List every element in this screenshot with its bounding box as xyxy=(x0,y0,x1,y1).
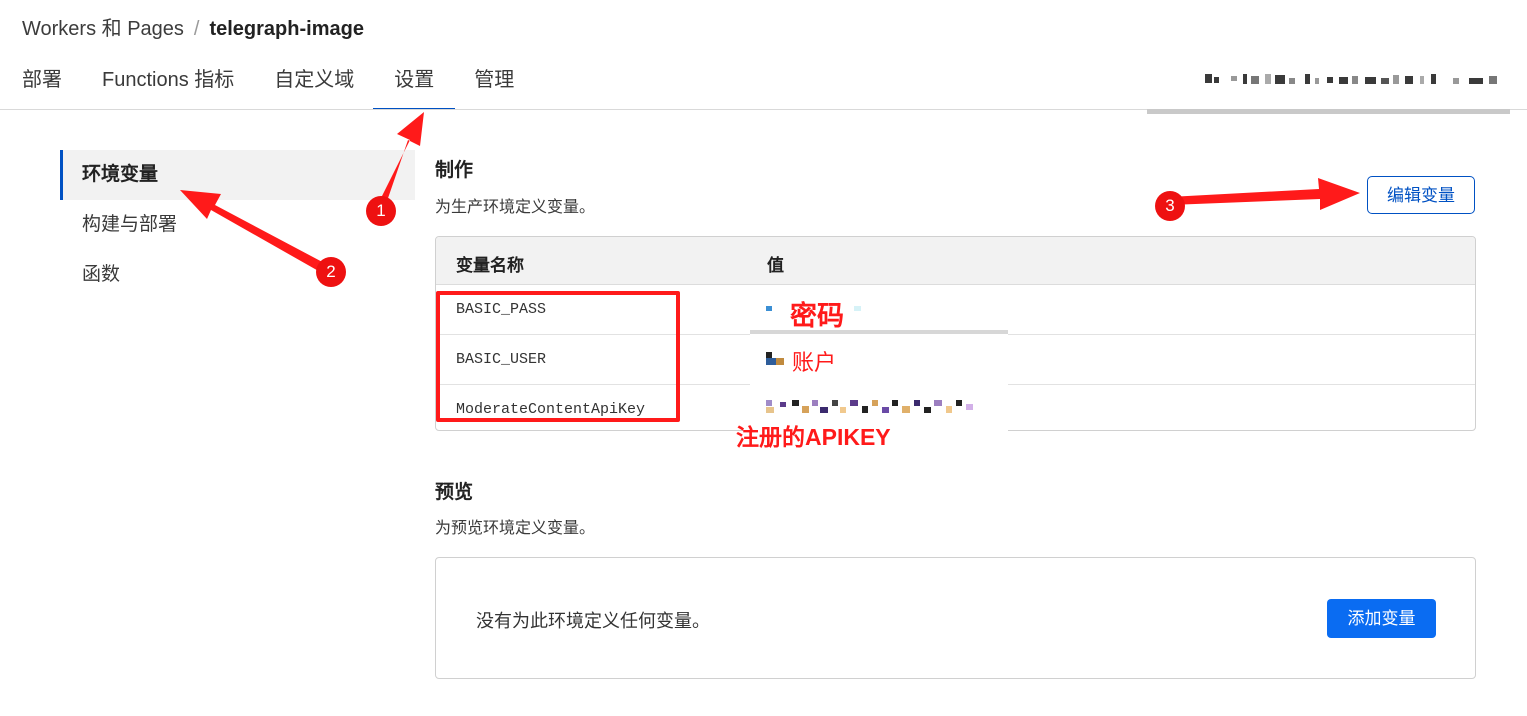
settings-sidebar: 环境变量 构建与部署 函数 xyxy=(60,150,415,300)
account-pixelated xyxy=(1205,74,1497,84)
password-annotation: 密码 xyxy=(790,301,844,331)
tab-custom-domains[interactable]: 自定义域 xyxy=(274,66,354,110)
breadcrumb-separator: / xyxy=(193,18,200,40)
breadcrumb-current: telegraph-image xyxy=(209,18,364,40)
production-section-description: 为生产环境定义变量。 xyxy=(435,199,596,216)
preview-variables-box: 没有为此环境定义任何变量。 添加变量 xyxy=(435,557,1476,679)
tab-manage[interactable]: 管理 xyxy=(474,66,514,110)
redaction-divider xyxy=(750,330,1008,334)
tab-bar: 部署 Functions 指标 自定义域 设置 管理 xyxy=(22,66,554,110)
account-underline xyxy=(1147,109,1510,114)
account-annotation: 账户 xyxy=(792,350,837,375)
production-section-title: 制作 xyxy=(435,160,474,181)
table-header: 变量名称 值 xyxy=(436,237,1475,285)
breadcrumb-parent-link[interactable]: Workers 和 Pages xyxy=(22,18,184,40)
breadcrumb: Workers 和 Pages / telegraph-image xyxy=(22,12,364,41)
preview-section-description: 为预览环境定义变量。 xyxy=(435,520,596,537)
empty-state-text: 没有为此环境定义任何变量。 xyxy=(476,611,710,631)
edit-variables-button[interactable]: 编辑变量 xyxy=(1367,176,1475,214)
step-badge-3: 3 xyxy=(1155,191,1185,221)
tab-settings[interactable]: 设置 xyxy=(373,66,456,110)
sidebar-item-environment-variables[interactable]: 环境变量 xyxy=(60,150,415,200)
sidebar-item-functions[interactable]: 函数 xyxy=(60,250,415,300)
arrow-to-edit-button xyxy=(1169,178,1360,210)
apikey-annotation: 注册的APIKEY xyxy=(736,424,891,450)
preview-section-title: 预览 xyxy=(435,482,474,503)
column-header-value: 值 xyxy=(767,256,784,275)
variable-names-highlight-box xyxy=(436,291,680,422)
tab-functions-metrics[interactable]: Functions 指标 xyxy=(102,66,234,110)
step-badge-1: 1 xyxy=(366,196,396,226)
account-value-pixelated xyxy=(766,352,784,365)
tab-deployments[interactable]: 部署 xyxy=(22,66,62,110)
sidebar-item-build-and-deploy[interactable]: 构建与部署 xyxy=(60,200,415,250)
apikey-value-pixelated xyxy=(766,400,973,413)
add-variable-button[interactable]: 添加变量 xyxy=(1327,599,1436,638)
column-header-variable-name: 变量名称 xyxy=(456,256,524,275)
step-badge-2: 2 xyxy=(316,257,346,287)
